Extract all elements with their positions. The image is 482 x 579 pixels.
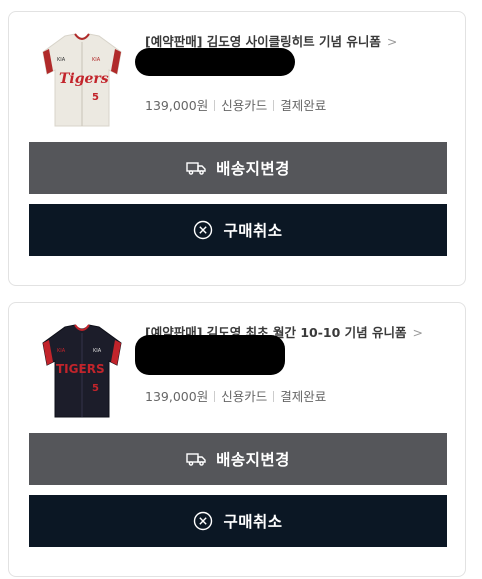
divider (214, 391, 216, 402)
payment-method: 신용카드 (221, 389, 268, 404)
order-price: 139,000원 (145, 98, 209, 113)
change-address-label: 배송지변경 (216, 160, 290, 178)
redacted-block (135, 335, 285, 375)
product-title: [예약판매] 김도영 사이클링히트 기념 유니폼 (145, 34, 381, 49)
divider (273, 391, 275, 402)
chevron-right-icon: > (386, 34, 398, 49)
order-meta: 139,000원 신용카드 결제완료 (145, 386, 326, 405)
order-price: 139,000원 (145, 389, 209, 404)
change-address-label: 배송지변경 (216, 451, 290, 469)
change-address-button[interactable]: 배송지변경 (29, 142, 447, 194)
svg-text:KIA: KIA (92, 57, 101, 63)
chevron-right-icon: > (412, 325, 423, 340)
jersey-number: 5 (92, 92, 99, 103)
cancel-purchase-button[interactable]: 구매취소 (29, 204, 447, 256)
order-meta: 139,000원 신용카드 결제완료 (145, 95, 326, 114)
product-image-away-jersey[interactable]: KIA KIA TIGERS 5 (37, 321, 127, 421)
truck-icon (186, 161, 206, 175)
circle-x-icon (193, 511, 213, 531)
payment-method: 신용카드 (221, 98, 268, 113)
order-card: KIA KIA Tigers 5 [예약판매] 김도영 사이클링히트 기념 유니… (8, 11, 466, 286)
order-status: 결제완료 (280, 389, 327, 404)
divider (214, 100, 216, 111)
cancel-purchase-button[interactable]: 구매취소 (29, 495, 447, 547)
change-address-button[interactable]: 배송지변경 (29, 433, 447, 485)
redacted-block (135, 48, 295, 76)
svg-text:KIA: KIA (93, 348, 102, 354)
cancel-purchase-label: 구매취소 (223, 513, 283, 531)
cancel-purchase-label: 구매취소 (223, 222, 283, 240)
order-card: KIA KIA TIGERS 5 [예약판매] 김도영 최초 월간 10-10 … (8, 302, 466, 577)
jersey-team-text: TIGERS (56, 362, 105, 376)
truck-icon (186, 452, 206, 466)
divider (273, 100, 275, 111)
product-image-home-jersey[interactable]: KIA KIA Tigers 5 (37, 30, 127, 130)
circle-x-icon (193, 220, 213, 240)
jersey-team-text: Tigers (59, 71, 109, 87)
svg-text:KIA: KIA (57, 57, 66, 63)
jersey-number: 5 (92, 383, 99, 394)
order-status: 결제완료 (280, 98, 327, 113)
svg-text:KIA: KIA (57, 348, 66, 354)
